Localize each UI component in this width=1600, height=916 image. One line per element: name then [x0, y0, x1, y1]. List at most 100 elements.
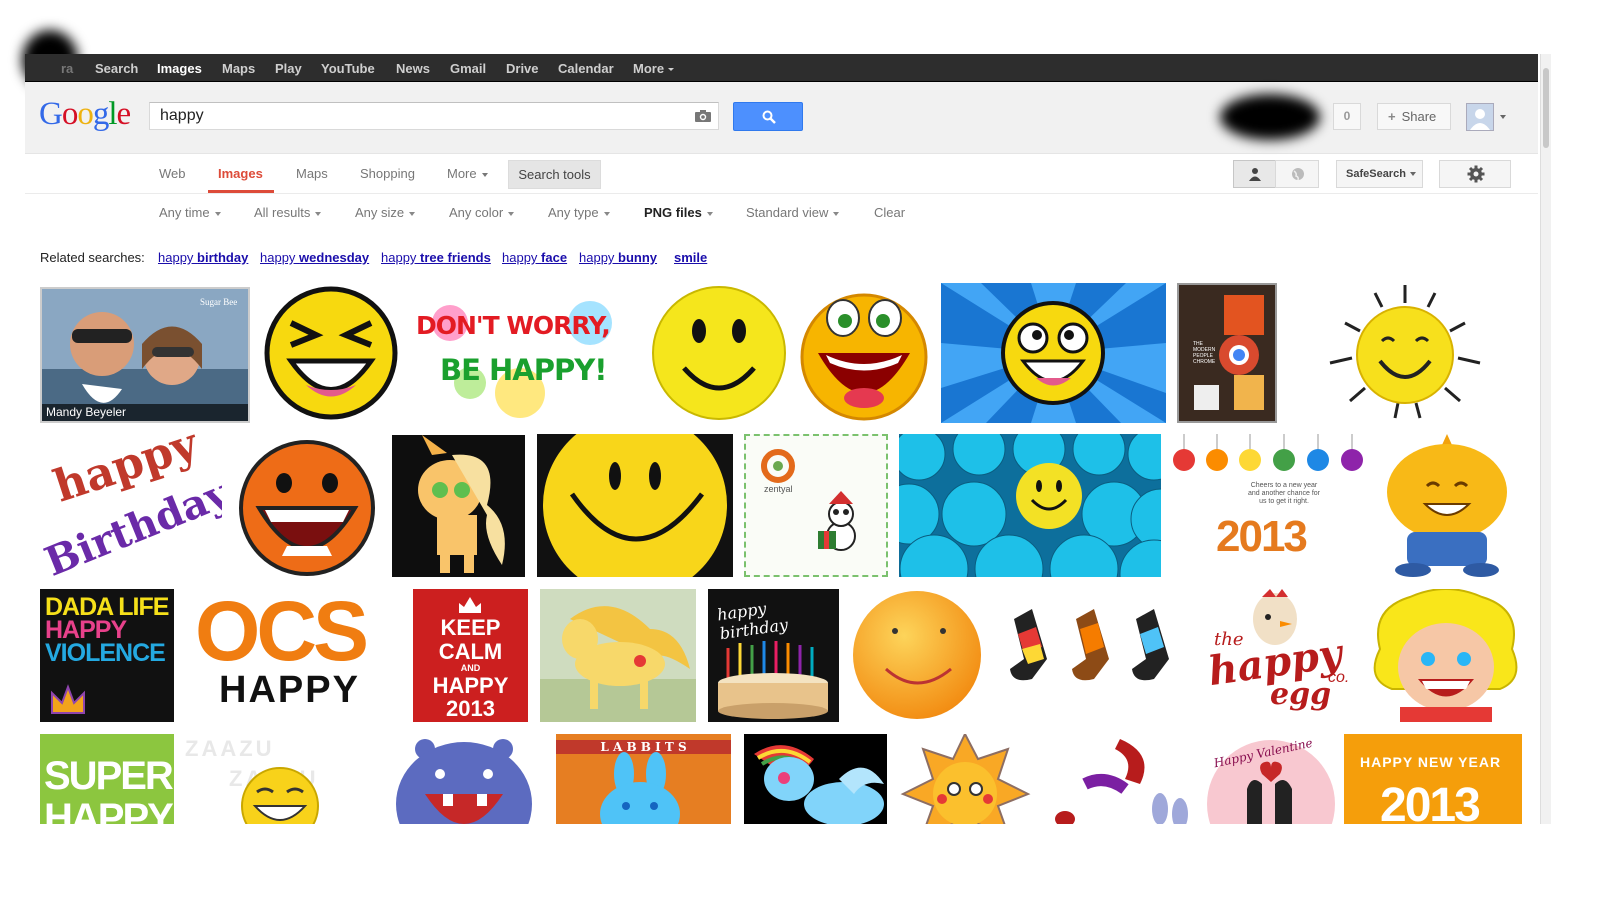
orange-smiley-icon [853, 591, 981, 719]
image-result[interactable] [237, 438, 377, 578]
gbar-calendar[interactable]: Calendar [558, 61, 614, 76]
tab-maps[interactable]: Maps [296, 166, 328, 181]
share-label: Share [1401, 109, 1437, 124]
gbar-search[interactable]: Search [95, 61, 138, 76]
image-result[interactable]: THE MODERN PEOPLE CHROME [1177, 283, 1277, 423]
pony-painting [540, 589, 696, 722]
scrollbar-thumb[interactable] [1543, 68, 1549, 148]
image-result[interactable] [1002, 589, 1180, 722]
gbar-play[interactable]: Play [275, 61, 302, 76]
logo-happy: HAPPY [219, 669, 360, 711]
image-result[interactable]: happy Birthday [40, 434, 222, 577]
filter-any-size[interactable]: Any size [355, 205, 416, 220]
rainbow-pony-icon [754, 745, 884, 824]
image-result[interactable]: happy birthday [708, 589, 839, 722]
orange-grin-icon [239, 440, 375, 576]
image-result[interactable] [261, 283, 401, 423]
filter-all-results[interactable]: All results [254, 205, 322, 220]
tab-more[interactable]: More [447, 166, 488, 181]
tab-shopping[interactable]: Shopping [360, 166, 415, 181]
related-link[interactable]: happy face [502, 250, 567, 265]
image-result[interactable]: OCS HAPPY [195, 589, 395, 722]
poster-and: AND [460, 663, 481, 673]
related-prefix: happy [381, 250, 421, 265]
gbar-youtube[interactable]: YouTube [321, 61, 375, 76]
awesome-face-icon [941, 283, 1166, 423]
image-result[interactable] [941, 283, 1166, 423]
image-result[interactable] [851, 589, 983, 722]
related-link[interactable]: happy wednesday [260, 250, 369, 265]
image-result[interactable]: Sugar Bee Mandy Beyeler [40, 287, 250, 423]
search-input[interactable] [160, 106, 680, 126]
personal-results-button[interactable] [1233, 160, 1276, 188]
gbar-partial[interactable]: ra [61, 61, 73, 76]
image-result[interactable] [798, 283, 930, 423]
tab-web[interactable]: Web [159, 166, 186, 181]
filter-label: PNG files [644, 205, 702, 220]
related-link[interactable]: happy birthday [158, 250, 248, 265]
image-result[interactable] [392, 435, 525, 577]
vertical-scrollbar[interactable] [1540, 54, 1551, 824]
image-result[interactable] [898, 734, 1033, 824]
image-result[interactable] [385, 734, 543, 824]
search-tools-bar: Any time All results Any size Any color … [25, 204, 1538, 224]
share-button[interactable]: + Share [1377, 103, 1451, 130]
google-logo[interactable]: Google [39, 96, 132, 133]
notification-count[interactable]: 0 [1333, 103, 1361, 130]
related-label: Related searches: [40, 250, 145, 265]
chevron-down-icon[interactable] [1500, 115, 1506, 119]
camera-icon[interactable] [694, 109, 712, 123]
image-result[interactable] [1370, 589, 1522, 722]
image-result[interactable]: KEEP CALM AND HAPPY 2013 [413, 589, 528, 722]
related-searches: Related searches: happy birthday happy w… [40, 250, 707, 265]
image-result[interactable] [1320, 283, 1490, 423]
egg-co: co. [1328, 669, 1350, 686]
image-result[interactable]: DADA LIFE HAPPY VIOLENCE [40, 589, 174, 722]
browser-page: ra Search Images Maps Play YouTube News … [25, 54, 1538, 824]
related-link[interactable]: happy tree friends [381, 250, 491, 265]
image-result[interactable]: Happy Valentine [1207, 734, 1335, 824]
gbar-gmail[interactable]: Gmail [450, 61, 486, 76]
search-header: Google 0 + Share [25, 82, 1538, 154]
settings-button[interactable] [1439, 160, 1511, 188]
gbar-maps[interactable]: Maps [222, 61, 255, 76]
filter-any-time[interactable]: Any time [159, 205, 221, 220]
avatar[interactable] [1466, 103, 1494, 131]
chevron-down-icon [1409, 172, 1416, 177]
gbar-news[interactable]: News [396, 61, 430, 76]
slogan-line2: BE HAPPY! [440, 353, 607, 387]
gbar-more[interactable]: More [633, 61, 675, 76]
search-button[interactable] [733, 102, 803, 131]
filter-any-type[interactable]: Any type [548, 205, 610, 220]
image-result[interactable] [540, 589, 696, 722]
image-result[interactable] [899, 434, 1161, 577]
filter-png-files[interactable]: PNG files [644, 205, 713, 220]
related-link[interactable]: smile [674, 250, 707, 265]
gbar-images[interactable]: Images [157, 61, 202, 76]
tab-images[interactable]: Images [218, 166, 263, 181]
gbar-drive[interactable]: Drive [506, 61, 539, 76]
filter-standard-view[interactable]: Standard view [746, 205, 840, 220]
logo-letter: e [116, 96, 132, 132]
image-result[interactable]: L A B B I T S [556, 734, 731, 824]
filter-label: Any time [159, 205, 210, 220]
image-result[interactable] [537, 434, 733, 577]
image-result[interactable] [649, 283, 789, 423]
image-result[interactable]: Cheers to a new year and another chance … [1172, 434, 1367, 577]
image-result[interactable]: ZAAZU ZAAZU [185, 734, 375, 824]
image-result[interactable]: SUPER HAPPY [40, 734, 174, 824]
image-result[interactable]: zentyal [744, 434, 888, 577]
safesearch-button[interactable]: SafeSearch [1336, 160, 1423, 188]
image-result[interactable]: DON'T WORRY, BE HAPPY! [410, 283, 640, 423]
filter-any-color[interactable]: Any color [449, 205, 515, 220]
image-result[interactable] [1045, 734, 1195, 824]
image-result[interactable] [1375, 434, 1520, 577]
image-result[interactable]: HAPPY NEW YEAR 2013 [1344, 734, 1522, 824]
search-tools-button[interactable]: Search tools [508, 160, 601, 189]
image-result[interactable]: the happy egg co. [1200, 589, 1360, 722]
related-bold: wednesday [299, 250, 370, 265]
related-link[interactable]: happy bunny [579, 250, 657, 265]
image-result[interactable] [744, 734, 887, 824]
filter-clear[interactable]: Clear [874, 205, 905, 220]
hide-personal-results-button[interactable] [1275, 160, 1319, 188]
